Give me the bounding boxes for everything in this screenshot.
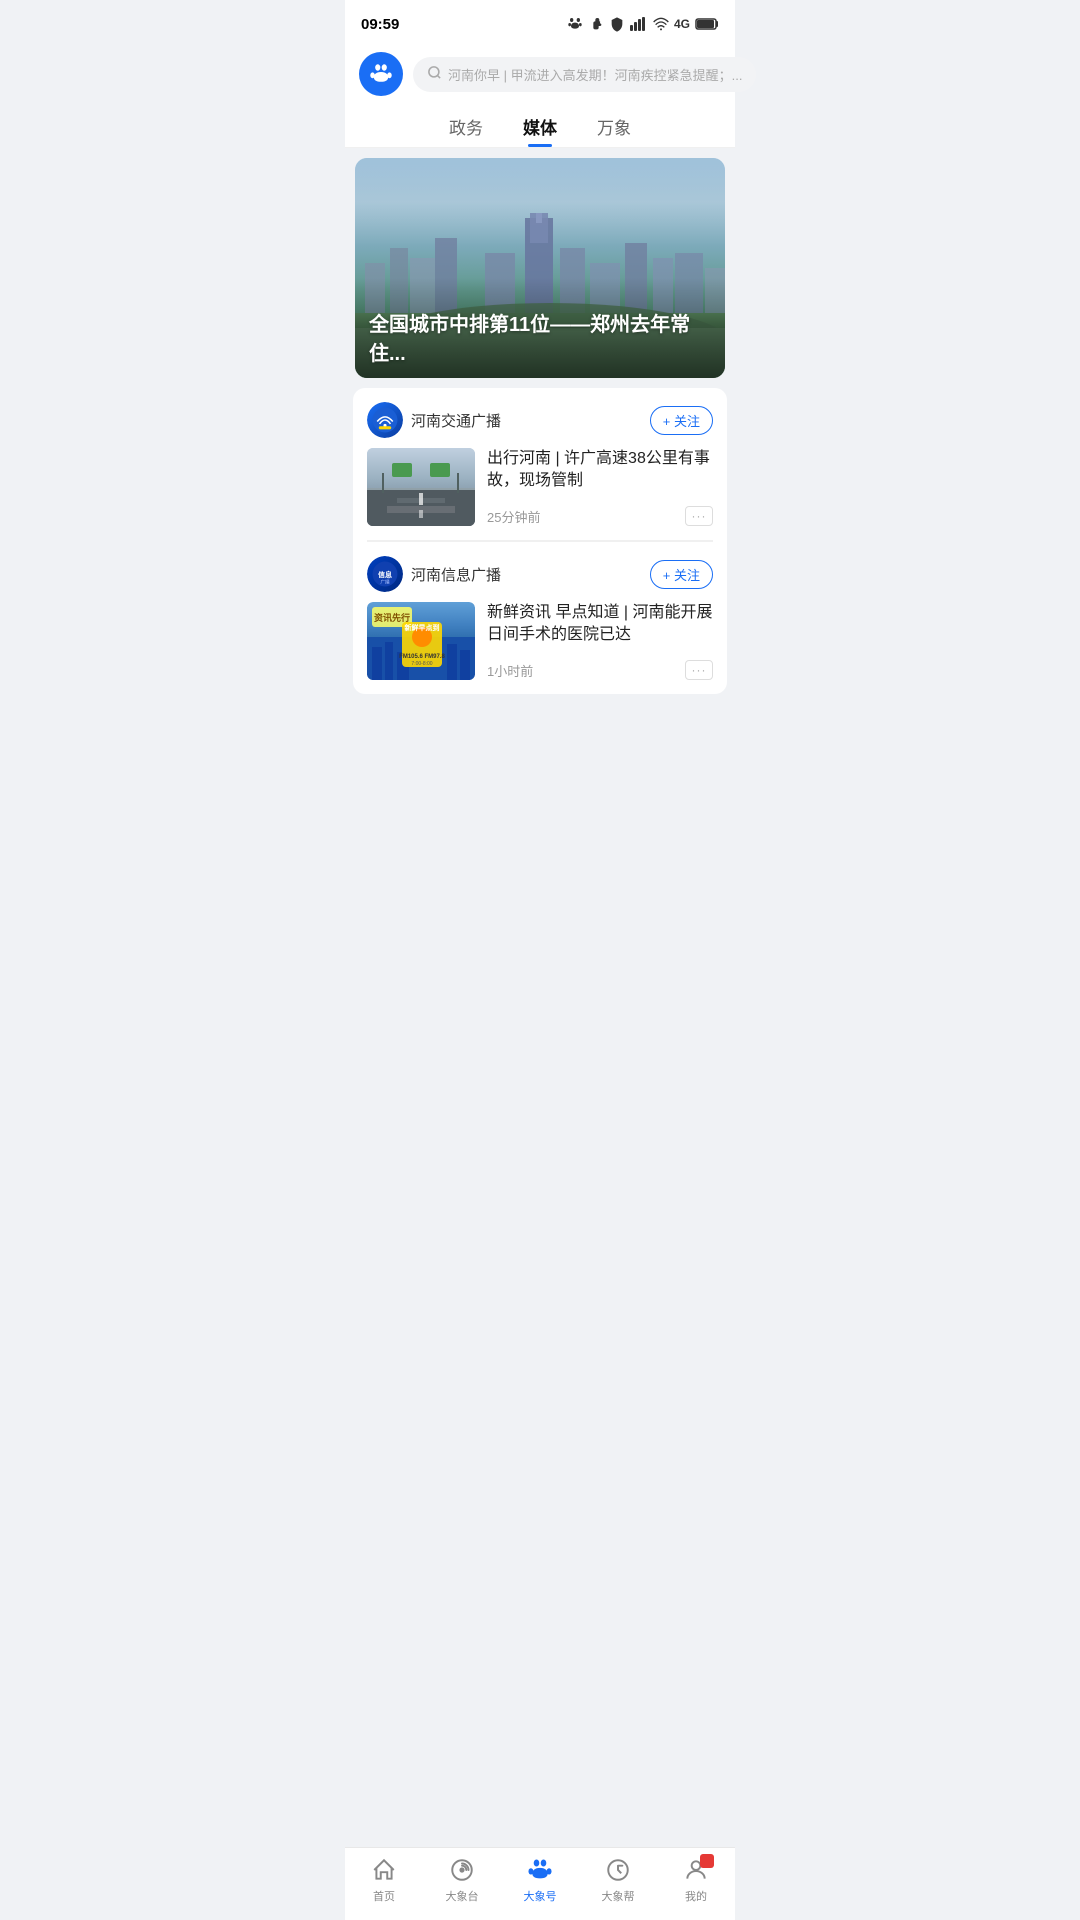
tab-meiti[interactable]: 媒体 [523, 114, 557, 147]
media-header-1: 河南交通广播 + 关注 [367, 402, 713, 438]
banner-title-overlay: 全国城市中排第11位——郑州去年常住... [355, 278, 725, 378]
media-name-1: 河南交通广播 [411, 410, 501, 431]
highway-svg [367, 448, 475, 526]
feed-section: 河南交通广播 + 关注 [353, 388, 727, 694]
media-info-1: 河南交通广播 [367, 402, 501, 438]
media-card-1: 河南交通广播 + 关注 [353, 388, 727, 541]
nav-daxianghao[interactable]: 大象号 [510, 1856, 570, 1904]
svg-text:广播: 广播 [380, 578, 390, 585]
shield-status-icon [609, 16, 625, 32]
network-type-icon: 4G [674, 17, 690, 31]
news-thumb-1 [367, 448, 475, 526]
tab-wanxiang[interactable]: 万象 [597, 114, 631, 147]
nav-daxiangbang-icon [604, 1856, 632, 1884]
nav-daxiangbang-label: 大象帮 [602, 1888, 635, 1904]
follow-btn-2[interactable]: + 关注 [650, 560, 713, 589]
news-meta-1: 25分钟前 ··· [487, 506, 713, 526]
media-card-2: 信息 广播 河南信息广播 + 关注 [353, 542, 727, 694]
news-content-1: 出行河南 | 许广高速38公里有事故，现场管制 25分钟前 ··· [487, 448, 713, 526]
main-content: 全国城市中排第11位——郑州去年常住... [345, 158, 735, 774]
nav-daxiangtai-icon [448, 1856, 476, 1884]
search-icon [427, 65, 442, 83]
nav-daxiangtai[interactable]: 大象台 [432, 1856, 492, 1904]
tabs-bar: 政务 媒体 万象 [345, 106, 735, 148]
news-content-2: 新鲜资讯 早点知道 | 河南能开展日间手术的医院已达 1小时前 ··· [487, 602, 713, 680]
nav-mine-label: 我的 [685, 1888, 707, 1904]
media-name-2: 河南信息广播 [411, 564, 501, 585]
nav-mine-badge [700, 1854, 714, 1868]
search-placeholder: 河南你早 | 甲流进入高发期！河南疾控紧急提醒；... [448, 65, 742, 84]
wifi-icon [653, 17, 669, 31]
banner-title: 全国城市中排第11位——郑州去年常住... [369, 308, 711, 366]
header: 河南你早 | 甲流进入高发期！河南疾控紧急提醒；... [345, 44, 735, 106]
app-logo[interactable] [359, 52, 403, 96]
info-radio-logo-icon: 信息 广播 [371, 560, 399, 588]
svg-text:信息: 信息 [378, 570, 392, 579]
svg-text:新鲜早点到: 新鲜早点到 [405, 623, 440, 632]
nav-mine-icon [682, 1856, 710, 1884]
media-info-2: 信息 广播 河南信息广播 [367, 556, 501, 592]
news-time-2: 1小时前 [487, 661, 533, 680]
more-dots-icon: ··· [692, 509, 707, 523]
battery-icon [695, 17, 719, 31]
follow-btn-1[interactable]: + 关注 [650, 406, 713, 435]
news-thumb-2: 资讯先行 F [367, 602, 475, 680]
more-dots-icon-2: ··· [692, 663, 707, 677]
nav-home[interactable]: 首页 [354, 1856, 414, 1904]
status-time: 09:59 [361, 16, 399, 33]
svg-text:FM105.6 FM97.8: FM105.6 FM97.8 [399, 654, 445, 660]
svg-text:资讯先行: 资讯先行 [374, 612, 410, 623]
news-item-1: 出行河南 | 许广高速38公里有事故，现场管制 25分钟前 ··· [367, 448, 713, 541]
tab-zhengwu[interactable]: 政务 [449, 114, 483, 147]
status-bar: 09:59 4G [345, 0, 735, 44]
nav-home-label: 首页 [373, 1888, 395, 1904]
news-thumb-bg-2: 资讯先行 F [367, 602, 475, 680]
nav-daxiangbang[interactable]: 大象帮 [588, 1856, 648, 1904]
nav-daxiangtai-label: 大象台 [446, 1888, 479, 1904]
logo-icon [368, 61, 394, 87]
search-bar[interactable]: 河南你早 | 甲流进入高发期！河南疾控紧急提醒；... [413, 57, 756, 92]
thumb-road-img [367, 448, 475, 526]
news-title-1: 出行河南 | 许广高速38公里有事故，现场管制 [487, 448, 713, 493]
news-title-2: 新鲜资讯 早点知道 | 河南能开展日间手术的医院已达 [487, 602, 713, 647]
broadcast-thumb-svg: 资讯先行 F [367, 602, 475, 680]
nav-daxianghao-label: 大象号 [524, 1888, 557, 1904]
nav-daxianghao-icon [526, 1856, 554, 1884]
svg-text:7:00-8:00: 7:00-8:00 [411, 661, 432, 667]
news-meta-2: 1小时前 ··· [487, 660, 713, 680]
avatar-info: 信息 广播 [367, 556, 403, 592]
nav-home-icon [370, 1856, 398, 1884]
status-icons: 4G [567, 16, 719, 32]
paw-status-icon [567, 16, 583, 32]
avatar-transport [367, 402, 403, 438]
paw-nav-icon [526, 1855, 554, 1885]
more-btn-1[interactable]: ··· [685, 506, 713, 526]
nav-mine[interactable]: 我的 [666, 1856, 726, 1904]
bottom-nav: 首页 大象台 大象号 [345, 1847, 735, 1920]
banner[interactable]: 全国城市中排第11位——郑州去年常住... [355, 158, 725, 378]
news-time-1: 25分钟前 [487, 507, 540, 526]
transport-logo-icon [371, 406, 399, 434]
more-btn-2[interactable]: ··· [685, 660, 713, 680]
hand-status-icon [588, 16, 604, 32]
signal-icon [630, 17, 648, 31]
news-item-2: 资讯先行 F [367, 602, 713, 694]
media-header-2: 信息 广播 河南信息广播 + 关注 [367, 556, 713, 592]
